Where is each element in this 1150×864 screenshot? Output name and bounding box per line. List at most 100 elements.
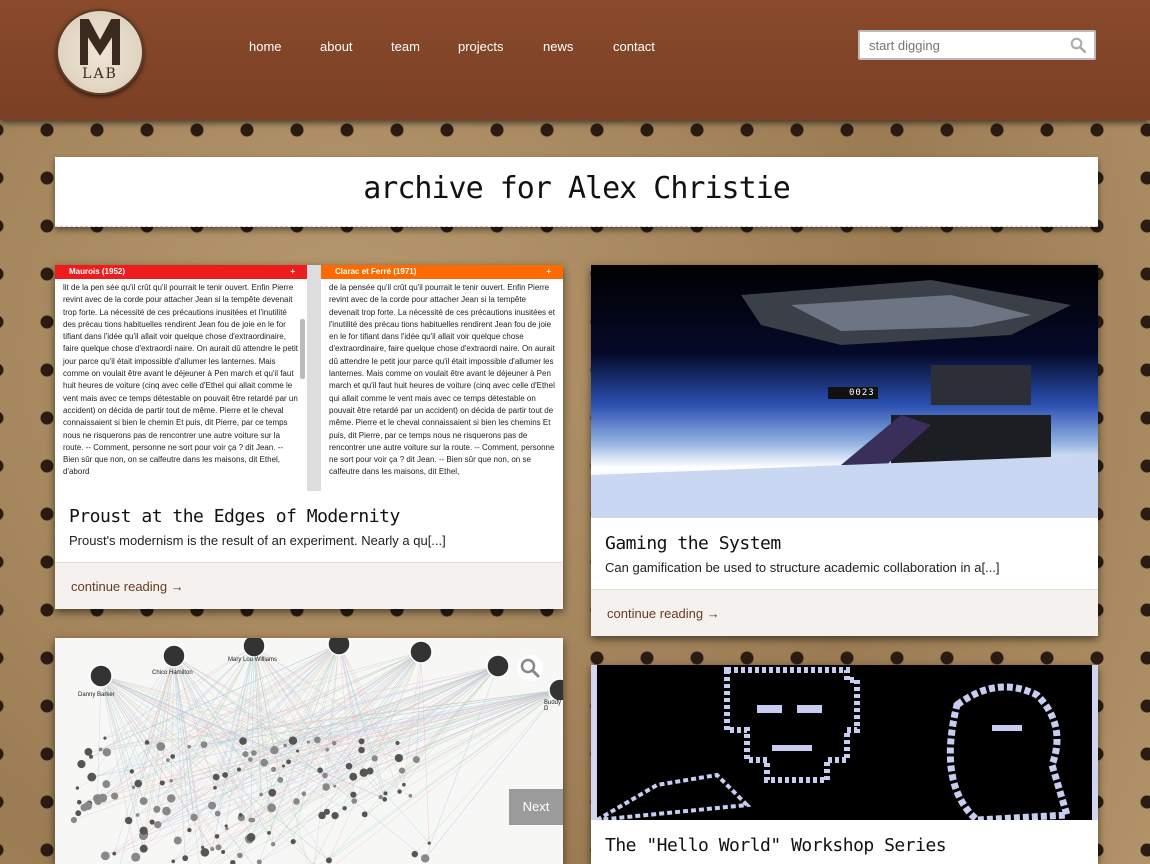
network-node[interactable] [281, 764, 285, 768]
network-node[interactable] [270, 766, 277, 772]
network-node[interactable] [378, 794, 383, 800]
network-graph[interactable] [55, 638, 563, 864]
network-node[interactable] [359, 768, 369, 777]
network-node[interactable] [246, 832, 256, 842]
site-logo[interactable]: LAB [56, 9, 144, 95]
network-node[interactable] [129, 769, 135, 774]
network-node[interactable] [154, 820, 162, 829]
network-node[interactable] [248, 757, 253, 762]
network-node[interactable] [270, 842, 276, 847]
network-node[interactable] [296, 749, 300, 753]
network-node[interactable] [182, 855, 189, 862]
network-node[interactable] [139, 826, 148, 835]
network-node[interactable] [87, 772, 97, 782]
network-node[interactable] [238, 813, 243, 817]
network-node[interactable] [75, 810, 82, 817]
network-node[interactable] [156, 742, 166, 751]
network-node[interactable] [236, 767, 241, 772]
network-node[interactable] [301, 791, 307, 796]
network-node[interactable] [210, 846, 215, 852]
network-node[interactable] [149, 819, 155, 825]
nav-projects[interactable]: projects [458, 39, 504, 54]
network-node[interactable] [293, 798, 300, 805]
network-node[interactable] [213, 785, 217, 790]
network-hub-node[interactable] [327, 638, 351, 656]
network-node[interactable] [134, 779, 143, 788]
network-node[interactable] [102, 748, 112, 757]
network-node[interactable] [76, 799, 82, 805]
post-thumbnail[interactable]: Maurois (1952) + lit de la pen sée qu'il … [55, 265, 563, 491]
next-button[interactable]: Next [509, 789, 563, 825]
nav-news[interactable]: news [543, 39, 573, 54]
network-node[interactable] [139, 844, 148, 853]
network-node[interactable] [239, 737, 247, 745]
network-node[interactable] [259, 792, 264, 797]
continue-reading-link[interactable]: continue reading → [71, 579, 184, 594]
nav-about[interactable]: about [320, 39, 353, 54]
nav-contact[interactable]: contact [613, 39, 655, 54]
network-node[interactable] [112, 851, 117, 856]
network-node[interactable] [224, 824, 228, 828]
nav-home[interactable]: home [249, 39, 282, 54]
network-node[interactable] [250, 750, 257, 756]
network-node[interactable] [98, 747, 103, 752]
network-node[interactable] [111, 792, 119, 800]
network-node[interactable] [323, 808, 330, 815]
network-node[interactable] [159, 780, 165, 786]
network-node[interactable] [358, 746, 365, 754]
network-node[interactable] [277, 776, 284, 783]
network-node[interactable] [167, 794, 176, 803]
network-node[interactable] [325, 857, 332, 864]
network-node[interactable] [382, 797, 388, 802]
network-hub-node[interactable] [548, 678, 563, 702]
network-node[interactable] [420, 854, 430, 863]
network-node[interactable] [268, 788, 277, 797]
network-node[interactable] [331, 812, 339, 820]
zoom-button[interactable] [517, 655, 543, 681]
network-node[interactable] [317, 767, 323, 773]
network-node[interactable] [402, 782, 406, 787]
network-node[interactable] [221, 850, 226, 855]
network-node[interactable] [358, 738, 365, 745]
network-node[interactable] [349, 772, 358, 781]
network-node[interactable] [100, 851, 110, 861]
network-node[interactable] [131, 852, 141, 862]
network-node[interactable] [283, 743, 287, 748]
network-node[interactable] [351, 798, 358, 804]
network-node[interactable] [267, 831, 271, 835]
network-node[interactable] [325, 747, 330, 752]
network-node[interactable] [135, 813, 140, 817]
network-node[interactable] [144, 740, 150, 745]
network-node[interactable] [408, 793, 413, 798]
network-node[interactable] [162, 806, 171, 816]
network-node[interactable] [103, 736, 107, 740]
network-node[interactable] [332, 741, 337, 746]
nav-team[interactable]: team [391, 39, 420, 54]
network-node[interactable] [214, 810, 221, 817]
network-node[interactable] [215, 844, 222, 851]
network-node[interactable] [139, 797, 148, 806]
search-icon[interactable] [1070, 37, 1086, 53]
network-node[interactable] [306, 740, 311, 744]
network-node[interactable] [427, 841, 431, 845]
network-node[interactable] [394, 753, 403, 763]
network-node[interactable] [124, 816, 133, 825]
network-node[interactable] [165, 758, 170, 763]
network-node[interactable] [131, 785, 136, 789]
network-node[interactable] [173, 836, 182, 845]
network-node[interactable] [290, 838, 296, 845]
network-node[interactable] [361, 811, 368, 818]
network-node[interactable] [237, 852, 243, 859]
network-node[interactable] [222, 772, 228, 778]
network-node[interactable] [267, 803, 276, 813]
network-node[interactable] [288, 736, 298, 745]
scrollbar-thumb[interactable] [300, 319, 305, 379]
network-node[interactable] [322, 783, 330, 791]
network-node[interactable] [187, 827, 192, 833]
network-node[interactable] [169, 779, 173, 783]
network-node[interactable] [313, 736, 321, 744]
network-node[interactable] [208, 801, 217, 810]
network-hub-node[interactable] [162, 644, 186, 668]
network-node[interactable] [77, 759, 86, 769]
network-node[interactable] [397, 789, 402, 794]
